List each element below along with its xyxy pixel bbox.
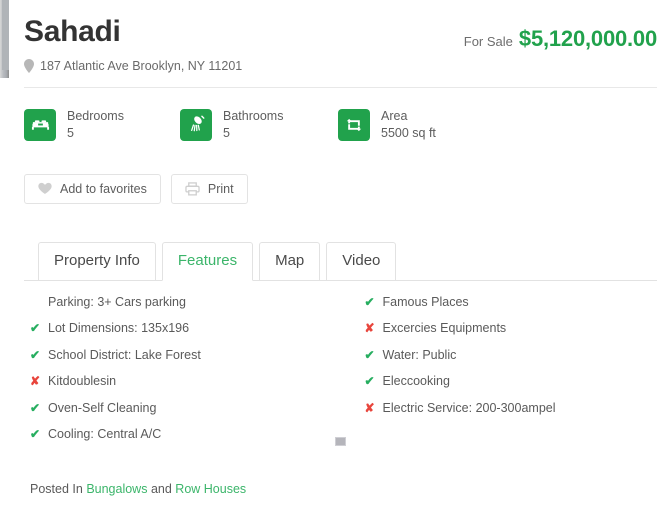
map-pin-icon bbox=[24, 59, 34, 73]
feature-text: Cooling: Central A/C bbox=[48, 427, 162, 442]
action-buttons: Add to favorites Print bbox=[24, 142, 657, 204]
check-icon: ✔ bbox=[364, 374, 375, 389]
check-icon: ✔ bbox=[364, 294, 375, 309]
feature-text: Electric Service: 200-300ampel bbox=[382, 400, 556, 415]
fact-bedrooms: Bedrooms 5 bbox=[24, 108, 180, 142]
fact-label: Bathrooms bbox=[223, 109, 284, 123]
category-link-bungalows[interactable]: Bungalows bbox=[86, 482, 147, 496]
broken-image-placeholder-icon bbox=[335, 437, 346, 446]
feature-text: Parking: 3+ Cars parking bbox=[48, 294, 186, 309]
list-item: ✔ Oven-Self Cleaning bbox=[30, 401, 341, 428]
fact-bathrooms: Bathrooms 5 bbox=[180, 108, 338, 142]
cross-icon: ✘ bbox=[364, 321, 375, 336]
list-item: ✘ Excercies Equipments bbox=[365, 321, 658, 348]
list-item: Parking: 3+ Cars parking bbox=[30, 295, 341, 322]
listing-price: $5,120,000.00 bbox=[518, 26, 657, 51]
list-item: ✔ Eleccooking bbox=[365, 374, 658, 401]
tab-map[interactable]: Map bbox=[259, 241, 321, 281]
heart-icon bbox=[38, 182, 52, 195]
check-icon: ✔ bbox=[30, 427, 41, 442]
category-link-row-houses[interactable]: Row Houses bbox=[175, 482, 246, 496]
check-icon: ✔ bbox=[364, 347, 375, 362]
address-text: 187 Atlantic Ave Brooklyn, NY 11201 bbox=[40, 59, 243, 73]
check-icon: ✔ bbox=[30, 347, 41, 362]
feature-text: Kitdoublesin bbox=[48, 374, 117, 389]
property-listing-page: Sahadi For Sale $5,120,000.00 187 Atlant… bbox=[0, 0, 671, 509]
fact-value: 5 bbox=[223, 125, 230, 140]
fact-bathrooms-text: Bathrooms 5 bbox=[223, 108, 283, 142]
cross-icon: ✘ bbox=[364, 400, 375, 415]
list-item: ✔ Lot Dimensions: 135x196 bbox=[30, 321, 341, 348]
page-title: Sahadi bbox=[24, 15, 121, 48]
listing-address: 187 Atlantic Ave Brooklyn, NY 11201 bbox=[24, 59, 657, 73]
posted-in: Posted In Bungalows and Row Houses bbox=[24, 454, 657, 496]
tab-video[interactable]: Video bbox=[326, 241, 397, 281]
features-column-right: ✔ Famous Places ✘ Excercies Equipments ✔… bbox=[341, 295, 658, 454]
list-item: ✘ Electric Service: 200-300ampel bbox=[365, 401, 658, 428]
add-to-favorites-button[interactable]: Add to favorites bbox=[24, 173, 161, 204]
features-panel: Parking: 3+ Cars parking ✔ Lot Dimension… bbox=[24, 281, 657, 454]
feature-text: Water: Public bbox=[382, 347, 457, 362]
status-badge: For Sale bbox=[463, 34, 513, 49]
add-to-favorites-label: Add to favorites bbox=[60, 181, 147, 196]
feature-text: School District: Lake Forest bbox=[48, 347, 201, 362]
cross-icon: ✘ bbox=[30, 374, 41, 389]
list-item: ✔ School District: Lake Forest bbox=[30, 348, 341, 375]
feature-text: Famous Places bbox=[382, 294, 469, 309]
tab-list: Property Info Features Map Video bbox=[24, 241, 657, 281]
area-arrows-icon bbox=[338, 108, 370, 141]
feature-text: Eleccooking bbox=[382, 374, 450, 389]
list-item: ✔ Famous Places bbox=[365, 295, 658, 322]
bed-icon bbox=[24, 108, 56, 141]
shower-icon bbox=[180, 108, 212, 141]
posted-in-conjunction: and bbox=[150, 481, 172, 496]
price-block: For Sale $5,120,000.00 bbox=[464, 16, 657, 52]
property-facts: Bedrooms 5 Bathrooms 5 Area 5500 sq ft bbox=[24, 88, 657, 142]
features-column-left: Parking: 3+ Cars parking ✔ Lot Dimension… bbox=[24, 295, 341, 454]
feature-text: Excercies Equipments bbox=[382, 321, 507, 336]
fact-bedrooms-text: Bedrooms 5 bbox=[67, 108, 124, 142]
check-icon: ✔ bbox=[30, 321, 41, 336]
print-button[interactable]: Print bbox=[170, 173, 248, 204]
fact-area: Area 5500 sq ft bbox=[338, 108, 436, 142]
tabs-container: Property Info Features Map Video bbox=[24, 204, 657, 281]
check-icon: ✔ bbox=[30, 400, 41, 415]
fact-label: Bedrooms bbox=[67, 109, 124, 123]
print-label: Print bbox=[207, 181, 234, 196]
list-item: ✔ Cooling: Central A/C bbox=[30, 427, 341, 454]
list-item: ✘ Kitdoublesin bbox=[30, 374, 341, 401]
fact-label: Area bbox=[381, 109, 408, 123]
fact-value: 5 bbox=[67, 125, 74, 140]
posted-in-prefix: Posted In bbox=[30, 481, 83, 496]
fact-area-text: Area 5500 sq ft bbox=[381, 108, 436, 142]
listing-header: Sahadi For Sale $5,120,000.00 bbox=[24, 0, 657, 52]
fact-value: 5500 sq ft bbox=[381, 125, 436, 140]
printer-icon bbox=[185, 182, 200, 196]
list-item: ✔ Water: Public bbox=[365, 348, 658, 375]
feature-text: Oven-Self Cleaning bbox=[48, 400, 157, 415]
tab-features[interactable]: Features bbox=[161, 241, 254, 281]
feature-text: Lot Dimensions: 135x196 bbox=[48, 321, 190, 336]
tab-property-info[interactable]: Property Info bbox=[38, 241, 156, 281]
